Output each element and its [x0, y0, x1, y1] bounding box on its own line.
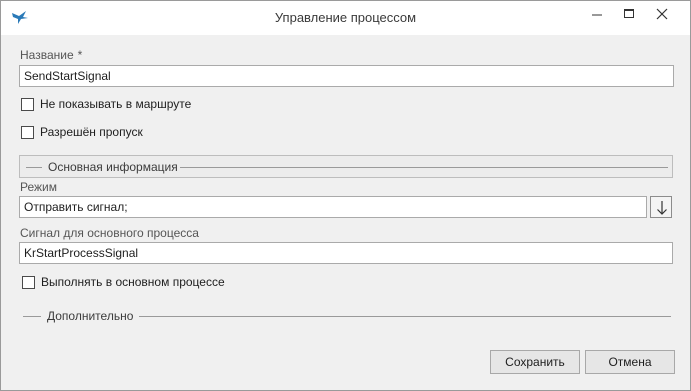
close-button[interactable] [646, 1, 678, 27]
close-icon [656, 8, 668, 20]
required-mark: * [77, 48, 83, 62]
cancel-button[interactable]: Отмена [585, 350, 675, 374]
title-bar[interactable]: Управление процессом [1, 1, 690, 35]
mode-label: Режим [20, 180, 57, 194]
name-label-text: Название [20, 48, 74, 62]
minimize-icon [592, 14, 602, 16]
signal-input[interactable]: KrStartProcessSignal [19, 242, 673, 264]
extra-divider-left [23, 316, 41, 317]
maximize-button[interactable] [613, 1, 645, 27]
group-divider-left [26, 167, 42, 168]
skip-allowed-label: Разрешён пропуск [40, 125, 143, 139]
name-label: Название * [20, 48, 82, 62]
group-divider-right [180, 167, 668, 168]
extra-divider-right [139, 316, 671, 317]
name-input[interactable]: SendStartSignal [19, 65, 674, 87]
hide-in-route-label: Не показывать в маршруте [40, 97, 192, 111]
mode-field[interactable]: Отправить сигнал; [19, 196, 647, 218]
run-in-main-label: Выполнять в основном процессе [41, 275, 225, 289]
hide-in-route-box[interactable] [21, 97, 34, 111]
run-in-main-box[interactable] [22, 275, 35, 289]
signal-label: Сигнал для основного процесса [20, 226, 199, 240]
process-management-dialog: Управление процессом Название * SendStart… [0, 0, 691, 391]
additional-group-title: Дополнительно [47, 309, 134, 323]
arrow-down-icon [657, 201, 667, 215]
maximize-icon [624, 9, 634, 18]
dialog-content: Название * SendStartSignal Не показывать … [1, 35, 690, 390]
save-button[interactable]: Сохранить [490, 350, 580, 374]
run-in-main-checkbox[interactable]: Выполнять в основном процессе [22, 275, 225, 289]
main-info-group-title: Основная информация [48, 160, 178, 174]
main-info-group-header[interactable]: Основная информация [19, 155, 673, 178]
skip-allowed-box[interactable] [21, 125, 34, 139]
minimize-button[interactable] [581, 1, 613, 27]
skip-allowed-checkbox[interactable]: Разрешён пропуск [21, 125, 143, 139]
mode-dropdown-button[interactable] [650, 196, 672, 218]
hide-in-route-checkbox[interactable]: Не показывать в маршруте [21, 97, 191, 111]
